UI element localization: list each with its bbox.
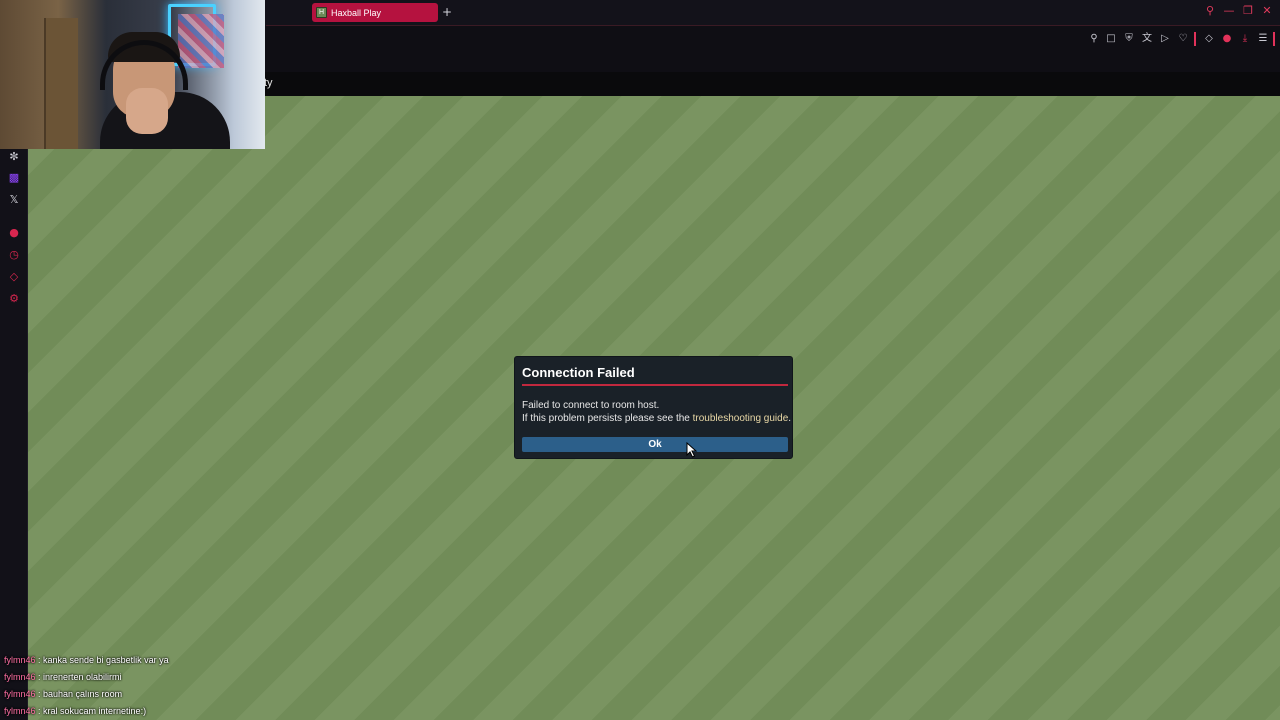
troubleshooting-guide-link[interactable]: troubleshooting guide xyxy=(693,413,789,424)
chat-text: : kanka sende bi gasbetlik var ya xyxy=(35,655,169,665)
heart-icon[interactable]: ♡ xyxy=(1176,32,1190,46)
connection-failed-dialog: Connection Failed Failed to connect to r… xyxy=(514,356,793,459)
twitch-icon[interactable]: ▩ xyxy=(6,171,22,185)
pin-icon[interactable]: ⚲ xyxy=(1087,32,1101,46)
chat-message: fylmn46 : bauhan çalıns room xyxy=(4,688,304,705)
chat-username: fylmn46 xyxy=(4,706,36,716)
close-icon[interactable]: ✕ xyxy=(1259,4,1275,17)
webcam-overlay xyxy=(0,0,265,149)
history-icon[interactable]: ◷ xyxy=(6,248,22,262)
chat-username: fylmn46 xyxy=(4,689,36,699)
stream-chat-overlay: fylmn46 : kanka sende bi gasbetlik var y… xyxy=(4,654,304,720)
chat-message: fylmn46 : kanka sende bi gasbetlik var y… xyxy=(4,654,304,671)
chat-message: fylmn46 : kral sokucam internetine:) xyxy=(4,705,304,720)
x-icon[interactable]: 𝕏 xyxy=(6,193,22,207)
translate-icon[interactable]: 文 xyxy=(1140,32,1154,46)
ok-button[interactable]: Ok xyxy=(522,437,788,452)
extensions-icon[interactable]: ◇ xyxy=(1202,32,1216,46)
chat-text: : inrenerten olabilirmi xyxy=(35,672,122,682)
dialog-title: Connection Failed xyxy=(522,365,635,380)
dialog-divider xyxy=(522,384,788,386)
new-tab-button[interactable]: + xyxy=(440,4,454,20)
tab-title: Haxball Play xyxy=(331,7,382,18)
chat-text: : bauhan çalıns room xyxy=(35,689,123,699)
screen: H Haxball Play + ⚲ — ❐ ✕ ⚲ □ ⛨ 文 ▷ ♡ ◇ ●… xyxy=(0,0,1280,720)
extensions-sidebar-icon[interactable]: ◇ xyxy=(6,270,22,284)
play-icon[interactable]: ▷ xyxy=(1158,32,1172,46)
shield-icon[interactable]: ⛨ xyxy=(1122,32,1136,46)
dialog-message: Failed to connect to room host. xyxy=(522,400,660,411)
chatgpt-icon[interactable]: ✼ xyxy=(6,150,22,164)
page-header-text: ty xyxy=(264,77,273,89)
search-icon[interactable]: ⚲ xyxy=(1202,4,1218,17)
chat-message: fylmn46 : inrenerten olabilirmi xyxy=(4,671,304,688)
settings-icon[interactable]: ⚙ xyxy=(6,292,22,306)
dialog-message-help: If this problem persists please see the … xyxy=(522,413,792,424)
mouse-cursor-icon xyxy=(686,442,698,458)
account-icon[interactable]: ● xyxy=(1220,32,1234,46)
tab-haxball[interactable]: H Haxball Play xyxy=(312,3,438,22)
haxball-favicon-icon: H xyxy=(316,7,327,18)
maximize-icon[interactable]: ❐ xyxy=(1240,4,1256,17)
chat-username: fylmn46 xyxy=(4,672,36,682)
chat-username: fylmn46 xyxy=(4,655,36,665)
minimize-icon[interactable]: — xyxy=(1221,4,1237,17)
toolbar-edge xyxy=(1273,32,1275,46)
menu-icon[interactable]: ☰ xyxy=(1256,32,1270,46)
chat-text: : kral sokucam internetine:) xyxy=(35,706,147,716)
screenshot-icon[interactable]: □ xyxy=(1104,32,1118,46)
download-icon[interactable]: ⤓ xyxy=(1238,32,1252,46)
record-icon[interactable]: ● xyxy=(6,226,22,240)
toolbar-separator xyxy=(1194,32,1196,46)
